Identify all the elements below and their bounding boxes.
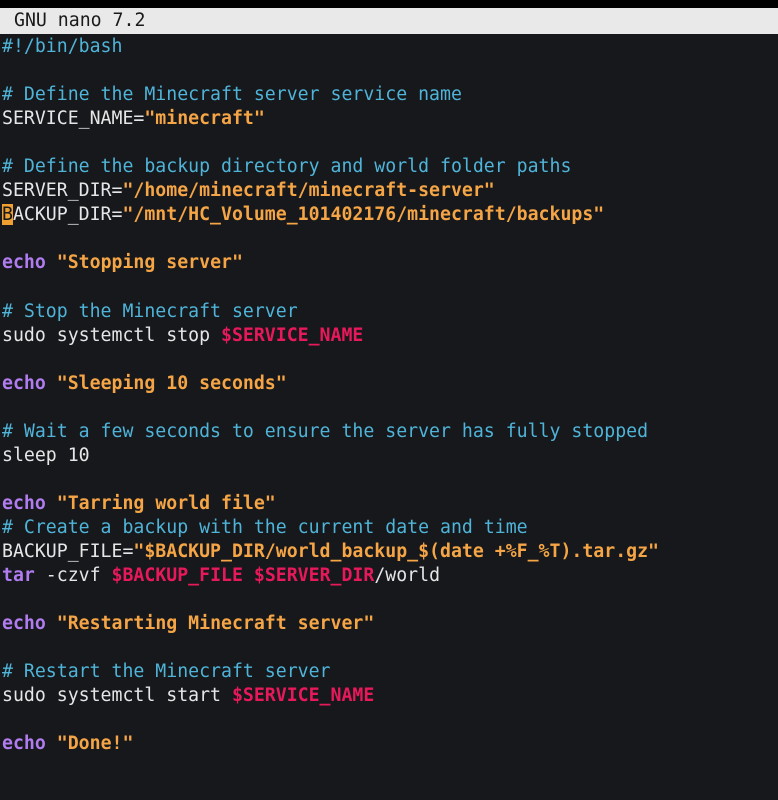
plain-token: sudo systemctl stop [2, 324, 221, 346]
string-token: "Sleeping 10 seconds" [56, 372, 287, 394]
code-line[interactable]: # Define the backup directory and world … [0, 155, 778, 179]
code-line[interactable] [0, 636, 778, 660]
code-line[interactable]: sleep 10 [0, 444, 778, 468]
var-token: $SERVER_DIR [253, 565, 375, 587]
plain-token: SERVICE_NAME= [2, 108, 145, 130]
comment-token: # Create a backup with the current date … [2, 516, 528, 538]
plain-token: ACKUP_DIR= [12, 204, 123, 226]
code-line[interactable]: # Restart the Minecraft server [0, 660, 778, 684]
code-line[interactable]: # Wait a few seconds to ensure the serve… [0, 420, 778, 444]
comment-token: #!/bin/bash [2, 36, 123, 57]
code-line[interactable]: BACKUP_DIR="/mnt/HC_Volume_101402176/min… [0, 203, 778, 227]
string-token: "/home/minecraft/minecraft-server" [122, 180, 495, 202]
plain-token: -czvf [34, 565, 112, 587]
comment-token: # Restart the Minecraft server [2, 661, 331, 683]
app-title: GNU nano 7.2 [14, 10, 146, 31]
code-line[interactable] [0, 275, 778, 299]
code-line[interactable]: echo "Stopping server" [0, 251, 778, 275]
string-token: "Stopping server" [56, 252, 243, 274]
code-line[interactable] [0, 708, 778, 732]
code-line[interactable] [0, 468, 778, 492]
text-buffer[interactable]: #!/bin/bash # Define the Minecraft server… [0, 34, 778, 756]
comment-token: # Wait a few seconds to ensure the serve… [2, 420, 649, 442]
comment-token: # Define the Minecraft server service na… [2, 84, 462, 106]
keyword-token: echo [2, 252, 46, 274]
code-line[interactable]: # Create a backup with the current date … [0, 516, 778, 540]
code-line[interactable] [0, 59, 778, 83]
keyword-token: echo [2, 372, 46, 394]
code-line[interactable] [0, 227, 778, 251]
code-line[interactable]: # Stop the Minecraft server [0, 300, 778, 324]
keyword-token: echo [2, 492, 46, 514]
title-bar: GNU nano 7.2 [0, 8, 778, 34]
code-line[interactable]: echo "Done!" [0, 732, 778, 756]
code-line[interactable]: sudo systemctl start $SERVICE_NAME [0, 684, 778, 708]
nano-editor[interactable]: GNU nano 7.2 #!/bin/bash # Define the Min… [0, 8, 778, 800]
code-line[interactable]: echo "Tarring world file" [0, 492, 778, 516]
string-token: "/mnt/HC_Volume_101402176/minecraft/back… [122, 204, 605, 226]
plain-token: sudo systemctl start [2, 685, 232, 707]
text-cursor: B [2, 204, 13, 226]
comment-token: # Stop the Minecraft server [2, 300, 298, 322]
string-token: "Restarting Minecraft server" [56, 613, 375, 635]
code-line[interactable]: sudo systemctl stop $SERVICE_NAME [0, 324, 778, 348]
var-token: $SERVICE_NAME [231, 685, 375, 707]
code-line[interactable]: echo "Restarting Minecraft server" [0, 612, 778, 636]
string-token: "minecraft" [144, 108, 265, 130]
code-line[interactable] [0, 131, 778, 155]
code-line[interactable] [0, 396, 778, 420]
code-line[interactable]: echo "Sleeping 10 seconds" [0, 372, 778, 396]
code-line[interactable]: # Define the Minecraft server service na… [0, 83, 778, 107]
code-line[interactable]: SERVICE_NAME="minecraft" [0, 107, 778, 131]
code-line[interactable]: SERVER_DIR="/home/minecraft/minecraft-se… [0, 179, 778, 203]
keyword-token: echo [2, 613, 46, 635]
code-line[interactable] [0, 588, 778, 612]
code-line[interactable]: tar -czvf $BACKUP_FILE $SERVER_DIR/world [0, 564, 778, 588]
plain-token: BACKUP_FILE= [2, 540, 134, 562]
plain-token: /world [374, 565, 441, 587]
string-token: "Tarring world file" [56, 492, 276, 514]
string-token: "$BACKUP_DIR/world_backup_$(date +%F_%T)… [133, 540, 659, 562]
plain-token: sleep 10 [2, 444, 90, 466]
code-line[interactable]: #!/bin/bash [0, 35, 778, 59]
var-token: $BACKUP_FILE [111, 565, 243, 587]
code-line[interactable] [0, 348, 778, 372]
comment-token: # Define the backup directory and world … [2, 156, 572, 178]
keyword-token: echo [2, 733, 46, 755]
screen: GNU nano 7.2 #!/bin/bash # Define the Min… [0, 0, 778, 800]
string-token: "Done!" [56, 733, 134, 755]
keyword-token: tar [2, 565, 35, 587]
code-line[interactable]: BACKUP_FILE="$BACKUP_DIR/world_backup_$(… [0, 540, 778, 564]
plain-token: SERVER_DIR= [2, 180, 123, 202]
var-token: $SERVICE_NAME [221, 324, 364, 346]
